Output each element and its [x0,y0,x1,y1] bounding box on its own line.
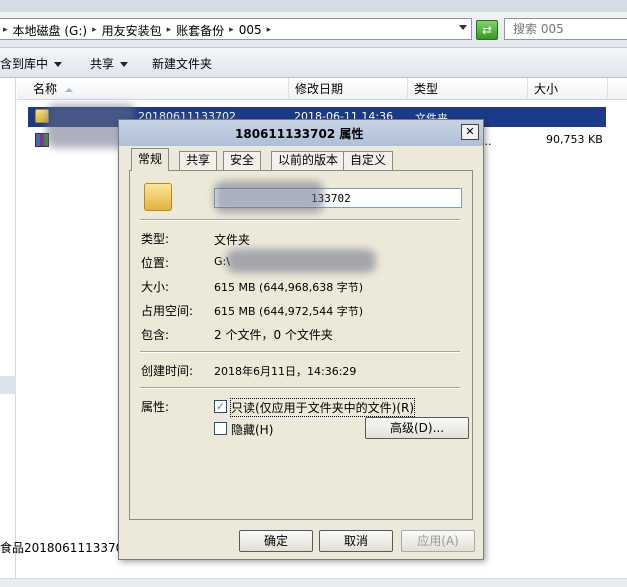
column-header-modified[interactable]: 修改日期 [289,78,408,100]
general-tab-panel: 类型: 文件夹 位置: G:\ 大小: 615 MB (644,968,638 … [129,170,473,520]
search-input[interactable] [505,19,627,39]
column-header-name[interactable]: 名称 [27,78,289,100]
column-header-size[interactable]: 大小 [528,78,608,100]
chevron-right-icon[interactable]: ▸ [264,25,275,35]
readonly-checkbox-row[interactable]: ✓ 只读(仅应用于文件夹中的文件)(R) [214,398,434,417]
close-icon: ✕ [465,125,475,138]
window-bottom-strip [0,578,627,587]
chevron-right-icon[interactable]: ▸ [0,25,11,35]
tab-sharing[interactable]: 共享 [179,151,218,170]
dialog-title: 180611133702 属性 [235,127,364,141]
search-box[interactable] [504,18,627,40]
tab-general[interactable]: 常规 [131,148,170,171]
disk-size-value: 615 MB (644,972,544 字节) [214,305,364,318]
divider [140,387,460,389]
readonly-checkbox[interactable]: ✓ [214,400,227,413]
readonly-label: 只读(仅应用于文件夹中的文件)(R) [229,398,416,417]
folder-icon [144,183,172,211]
refresh-icon: ⇄ [481,23,493,37]
type-label: 类型: [141,232,170,246]
hidden-checkbox[interactable] [214,422,227,435]
column-header-type[interactable]: 类型 [408,78,528,100]
chevron-right-icon[interactable]: ▸ [164,25,175,35]
type-value: 文件夹 [214,233,251,247]
advanced-button[interactable]: 高级(D)... [365,417,469,439]
status-bar-text: 食品20180611133702 [0,541,120,555]
window-top-strip [0,0,627,12]
divider [140,351,460,353]
address-bar-area: ▸ 本地磁盘 (G:) ▸ 用友安装包 ▸ 账套备份 ▸ 005 ▸ ⇄ [0,12,627,48]
location-label: 位置: [141,256,170,270]
tab-security[interactable]: 安全 [223,151,262,170]
redaction-blur [214,181,324,213]
contains-label: 包含: [141,328,170,342]
tab-customize[interactable]: 自定义 [343,151,394,170]
hidden-label: 隐藏(H) [231,423,274,437]
breadcrumb-item-install[interactable]: 用友安装包 [100,22,164,39]
dialog-title-bar[interactable]: 180611133702 属性 ✕ [119,120,483,146]
properties-dialog: 180611133702 属性 ✕ 常规 共享 安全 以前的版本 自定义 类型:… [118,119,484,560]
chevron-right-icon[interactable]: ▸ [226,25,237,35]
contains-value: 2 个文件，0 个文件夹 [214,328,333,342]
breadcrumb-item-backup[interactable]: 账套备份 [174,22,226,39]
navigation-pane[interactable] [0,78,16,587]
breadcrumb: ▸ 本地磁盘 (G:) ▸ 用友安装包 ▸ 账套备份 ▸ 005 ▸ [0,22,274,38]
close-button[interactable]: ✕ [461,124,479,140]
apply-button[interactable]: 应用(A) [401,530,475,552]
size-value: 615 MB (644,968,638 字节) [214,281,364,294]
created-value: 2018年6月11日，14:36:29 [214,365,357,378]
breadcrumb-item-drive[interactable]: 本地磁盘 (G:) [11,22,90,39]
attributes-label: 属性: [141,400,170,414]
chevron-down-icon [120,62,129,67]
cancel-button[interactable]: 取消 [319,530,393,552]
include-in-library-button[interactable]: 包含到库中 [0,55,63,72]
created-label: 创建时间: [141,364,194,378]
address-dropdown-icon[interactable] [459,25,467,30]
new-folder-button[interactable]: 新建文件夹 [152,55,212,72]
divider [140,219,460,221]
command-bar: 包含到库中 共享 新建文件夹 [0,48,627,78]
column-header-row: 名称 修改日期 类型 大小 [17,78,627,100]
scrollbar-thumb[interactable] [0,376,16,394]
size-label: 大小: [141,280,170,294]
hidden-checkbox-row[interactable]: 隐藏(H) [214,421,284,437]
share-button[interactable]: 共享 [90,55,129,72]
address-bar[interactable]: ▸ 本地磁盘 (G:) ▸ 用友安装包 ▸ 账套备份 ▸ 005 ▸ [0,18,472,40]
sort-arrow-icon [65,87,74,92]
refresh-button[interactable]: ⇄ [476,20,498,40]
disk-size-label: 占用空间: [141,304,194,318]
tab-previous-versions[interactable]: 以前的版本 [271,151,346,170]
redaction-blur [226,249,376,273]
chevron-down-icon [54,62,63,67]
chevron-right-icon[interactable]: ▸ [89,25,100,35]
breadcrumb-item-005[interactable]: 005 [237,23,264,37]
ok-button[interactable]: 确定 [239,530,313,552]
